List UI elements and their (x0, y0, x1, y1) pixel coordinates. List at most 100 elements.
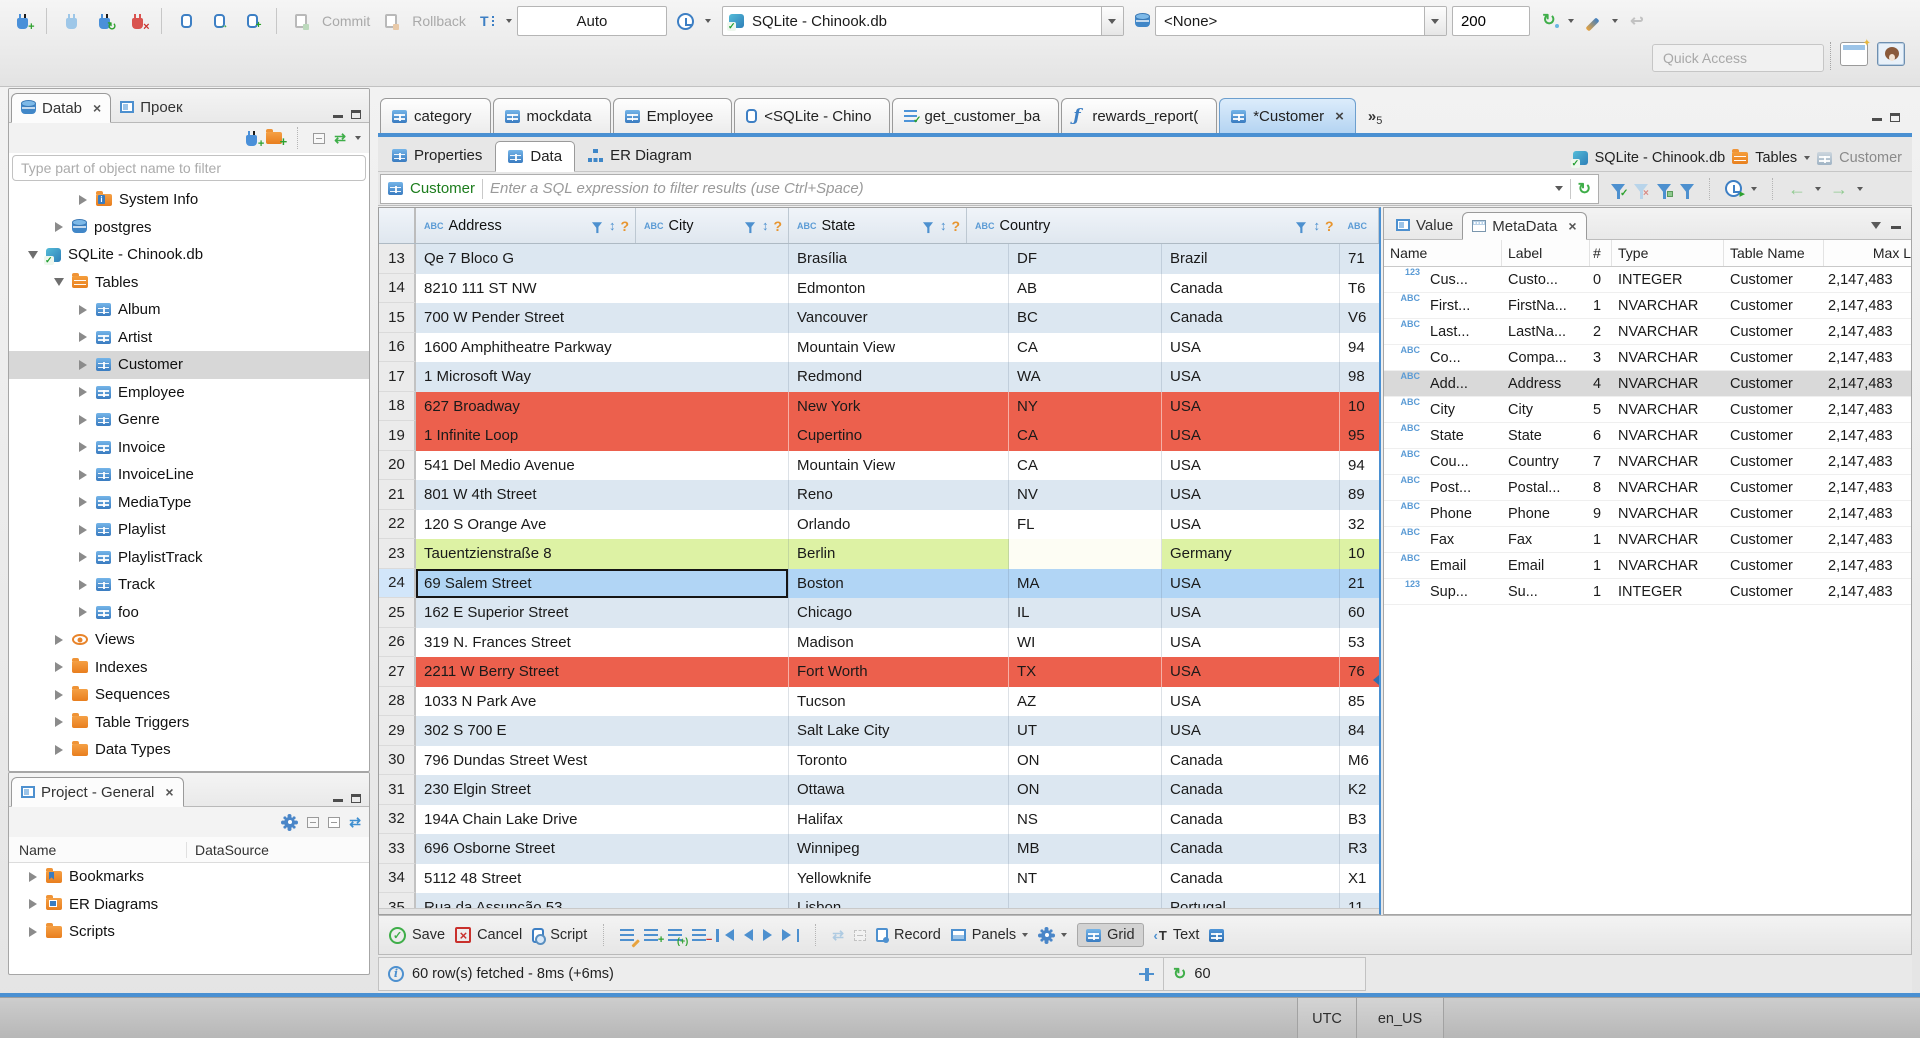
new-sql-editor-button[interactable]: + (238, 7, 266, 35)
close-icon[interactable] (1331, 108, 1344, 125)
tree-item[interactable]: PlaylistTrack (9, 544, 369, 572)
tree-item[interactable]: System Info (9, 186, 369, 214)
table-row[interactable]: 28 1033 N Park Ave Tucson AZ USA 85 (379, 686, 1379, 716)
cell-city[interactable]: New York (789, 391, 1009, 421)
cell-address[interactable]: Rua da Assunção 53 (416, 893, 789, 908)
expand-arrow-icon[interactable] (55, 222, 63, 233)
row-number-cell[interactable]: 32 (379, 804, 416, 834)
cell-state[interactable]: NT (1009, 863, 1162, 893)
metadata-row[interactable]: ABC City City 5 NVARCHAR Customer 2,147,4… (1384, 397, 1911, 423)
previous-row-button[interactable] (743, 929, 753, 941)
expand-arrow-icon[interactable] (79, 524, 87, 535)
edit-row-button[interactable] (620, 929, 640, 947)
editor-tab[interactable]: <SQLite - Chino (734, 98, 891, 133)
cell-state[interactable]: NS (1009, 804, 1162, 834)
locale-indicator[interactable]: en_US (1356, 998, 1444, 1038)
minimize-button[interactable] (329, 790, 347, 806)
breadcrumb-container[interactable]: Tables (1755, 150, 1797, 166)
panels-button[interactable]: Panels (950, 927, 1029, 943)
column-header[interactable]: # (1590, 240, 1612, 266)
cell-address[interactable]: 696 Osborne Street (416, 834, 789, 864)
cell-state[interactable]: TX (1009, 657, 1162, 687)
tree-item[interactable]: postgres (9, 214, 369, 242)
cell-address[interactable]: 1 Microsoft Way (416, 362, 789, 392)
fetch-next-icon[interactable]: → (1830, 180, 1848, 198)
editor-tab[interactable]: category (380, 98, 491, 133)
cell-postalcode[interactable]: 71 (1340, 244, 1379, 274)
row-number-cell[interactable]: 16 (379, 332, 416, 362)
row-number-cell[interactable]: 34 (379, 863, 416, 893)
cell-postalcode[interactable]: 60 (1340, 598, 1379, 628)
cell-country[interactable]: Portugal (1162, 893, 1340, 908)
sync-connection-button[interactable] (1535, 7, 1563, 35)
expand-arrow-icon[interactable] (55, 717, 63, 728)
cell-state[interactable]: AZ (1009, 686, 1162, 716)
minimize-button[interactable] (1868, 109, 1886, 125)
schema-select[interactable]: <None> (1154, 6, 1447, 36)
cell-postalcode[interactable]: K2 (1340, 775, 1379, 805)
row-number-cell[interactable]: 27 (379, 657, 416, 687)
cell-postalcode[interactable]: T6 (1340, 273, 1379, 303)
tab-project-general[interactable]: Project - General × (11, 777, 184, 807)
table-row[interactable]: 24 69 Salem Street Boston MA USA 21 (379, 568, 1379, 598)
metadata-row[interactable]: ABC Co... Compa... 3 NVARCHAR Customer 2,… (1384, 345, 1911, 371)
connection-select[interactable]: SQLite - Chinook.db (721, 6, 1124, 36)
cell-address[interactable]: 627 Broadway (416, 391, 789, 421)
cell-address[interactable]: 796 Dundas Street West (416, 745, 789, 775)
cell-state[interactable]: CA (1009, 332, 1162, 362)
cell-city[interactable]: Mountain View (789, 332, 1009, 362)
tab-database-navigator[interactable]: Datab × (11, 93, 112, 123)
cell-state[interactable]: AB (1009, 273, 1162, 303)
cell-country[interactable]: Canada (1162, 303, 1340, 333)
cell-address[interactable]: 69 Salem Street (416, 568, 789, 598)
transaction-log-button[interactable] (473, 7, 501, 35)
transaction-dropdown[interactable] (505, 19, 512, 23)
cell-postalcode[interactable]: 95 (1340, 421, 1379, 451)
cell-city[interactable]: Cupertino (789, 421, 1009, 451)
row-number-cell[interactable]: 33 (379, 834, 416, 864)
cell-country[interactable]: USA (1162, 332, 1340, 362)
metadata-row[interactable]: ABC Add... Address 4 NVARCHAR Customer 2,… (1384, 371, 1911, 397)
cell-address[interactable]: 302 S 700 E (416, 716, 789, 746)
tree-item[interactable]: InvoiceLine (9, 461, 369, 489)
cell-state[interactable]: MB (1009, 834, 1162, 864)
cell-country[interactable]: USA (1162, 598, 1340, 628)
table-row[interactable]: 27 2211 W Berry Street Fort Worth TX USA… (379, 657, 1379, 687)
cell-address[interactable]: 230 Elgin Street (416, 775, 789, 805)
cell-postalcode[interactable]: 10 (1340, 391, 1379, 421)
table-row[interactable]: 31 230 Elgin Street Ottawa ON Canada K2 (379, 775, 1379, 805)
cell-city[interactable]: Lisbon (789, 893, 1009, 908)
expand-arrow-icon[interactable] (79, 304, 87, 315)
first-row-button[interactable] (716, 928, 734, 942)
cell-postalcode[interactable]: 89 (1340, 480, 1379, 510)
disconnect-button[interactable]: × (123, 7, 151, 35)
cell-postalcode[interactable]: 32 (1340, 509, 1379, 539)
cell-city[interactable]: Orlando (789, 509, 1009, 539)
row-number-cell[interactable]: 35 (379, 893, 416, 908)
column-filter-icon[interactable] (1296, 222, 1307, 234)
gear-icon[interactable] (284, 816, 296, 828)
filter-history-dropdown[interactable] (1554, 186, 1563, 191)
cell-state[interactable]: FL (1009, 509, 1162, 539)
cell-country[interactable]: Canada (1162, 863, 1340, 893)
cell-postalcode[interactable]: 98 (1340, 362, 1379, 392)
editor-tab[interactable]: *Customer (1219, 98, 1356, 133)
table-row[interactable]: 34 5112 48 Street Yellowknife NT Canada … (379, 863, 1379, 893)
history-button[interactable] (672, 7, 700, 35)
cell-address[interactable]: 2211 W Berry Street (416, 657, 789, 687)
table-row[interactable]: 25 162 E Superior Street Chicago IL USA … (379, 598, 1379, 628)
view-menu-dropdown[interactable] (355, 136, 361, 140)
cell-state[interactable]: CA (1009, 421, 1162, 451)
breadcrumb-connection[interactable]: SQLite - Chinook.db (1595, 150, 1726, 166)
cell-country[interactable]: Canada (1162, 804, 1340, 834)
row-number-cell[interactable]: 20 (379, 450, 416, 480)
cell-country[interactable]: USA (1162, 716, 1340, 746)
project-tree-item[interactable]: Bookmarks (9, 863, 369, 891)
sync-dropdown[interactable] (1567, 19, 1574, 23)
dbeaver-perspective-icon[interactable] (1877, 42, 1905, 66)
column-hint-icon[interactable]: ? (773, 218, 782, 234)
expand-arrow-icon[interactable] (55, 662, 63, 673)
tree-item[interactable]: SQLite - Chinook.db (9, 241, 369, 269)
cell-state[interactable]: IL (1009, 598, 1162, 628)
row-number-cell[interactable]: 30 (379, 745, 416, 775)
